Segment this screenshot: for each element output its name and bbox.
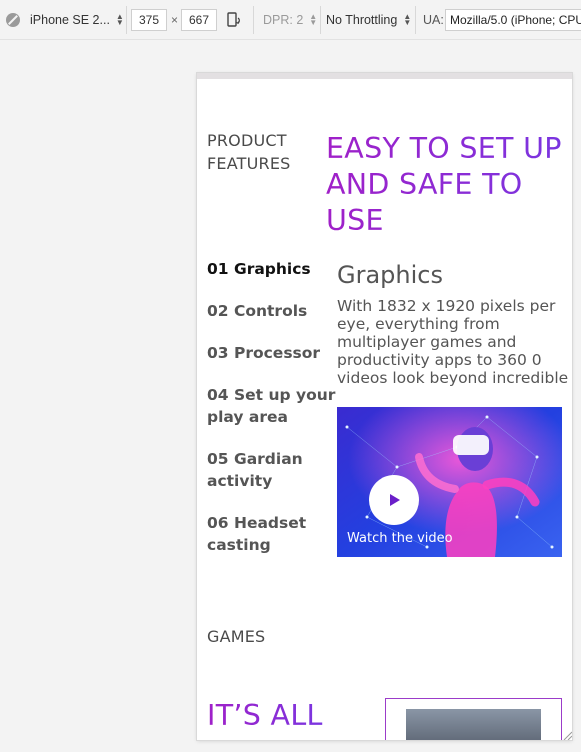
divider — [253, 6, 254, 34]
description-line: eye, everything from — [337, 315, 500, 333]
feature-tab-label: 04 Set up your — [207, 386, 336, 404]
section-kicker: PRODUCT FEATURES — [207, 129, 290, 175]
width-value: 375 — [138, 13, 160, 27]
games-kicker: GAMES — [207, 627, 266, 646]
feature-tab-play-area[interactable]: 04 Set up your play area — [207, 384, 335, 428]
play-button[interactable] — [369, 475, 419, 525]
rotate-icon[interactable] — [227, 12, 241, 31]
select-arrows-icon: ▲ ▼ — [403, 12, 412, 27]
select-arrows-icon: ▲ ▼ — [309, 12, 318, 27]
play-icon — [390, 494, 400, 506]
device-viewport: PRODUCT FEATURES EASY TO SET UP AND SAFE… — [197, 73, 572, 740]
width-input[interactable]: 375 — [131, 9, 167, 31]
dpr-select[interactable]: DPR: 2 ▲ ▼ — [263, 6, 317, 34]
ua-value: Mozilla/5.0 (iPhone; CPU — [450, 13, 581, 27]
headline-line: USE — [326, 204, 384, 237]
divider — [320, 6, 321, 34]
video-thumbnail[interactable]: Watch the video — [337, 407, 562, 557]
feature-tab-label: 02 Controls — [207, 302, 308, 320]
section-headline: EASY TO SET UP AND SAFE TO USE — [326, 131, 562, 239]
feature-tab-label: 05 Gardian — [207, 450, 303, 468]
headline-line: AND SAFE TO — [326, 168, 523, 201]
feature-tab-headset-casting[interactable]: 06 Headset casting — [207, 512, 306, 556]
user-agent-input[interactable]: Mozilla/5.0 (iPhone; CPU — [445, 9, 581, 31]
feature-tab-label: activity — [207, 472, 273, 490]
feature-tab-processor[interactable]: 03 Processor — [207, 342, 320, 364]
feature-title: Graphics — [337, 261, 443, 289]
description-line: videos look beyond incredible — [337, 369, 569, 387]
kicker-line: FEATURES — [207, 154, 291, 173]
kicker-line: PRODUCT — [207, 131, 287, 150]
ua-label: UA: — [423, 13, 444, 27]
select-arrows-icon: ▲ ▼ — [115, 12, 124, 27]
games-image-card[interactable] — [385, 698, 562, 740]
height-input[interactable]: 667 — [181, 9, 217, 31]
feature-tab-graphics[interactable]: 01 Graphics — [207, 258, 311, 280]
feature-tab-label: 01 Graphics — [207, 260, 311, 278]
description-line: multiplayer games and — [337, 333, 517, 351]
dpr-label: DPR: 2 — [263, 13, 304, 27]
touch-disabled-icon[interactable] — [6, 13, 20, 27]
feature-description: With 1832 x 1920 pixels per eye, everyth… — [337, 297, 568, 387]
divider — [126, 6, 127, 34]
feature-tab-label: 03 Processor — [207, 344, 321, 362]
games-image — [406, 709, 541, 740]
feature-tab-gardian-activity[interactable]: 05 Gardian activity — [207, 448, 303, 492]
description-line: productivity apps to 360 0 — [337, 351, 542, 369]
feature-tab-label: casting — [207, 536, 271, 554]
device-label: iPhone SE 2... — [30, 13, 110, 27]
feature-tab-label: 06 Headset — [207, 514, 307, 532]
height-value: 667 — [188, 13, 210, 27]
devtools-toolbar: iPhone SE 2... ▲ ▼ 375 × 667 DPR: 2 ▲ ▼ No… — [0, 0, 581, 40]
description-line: With 1832 x 1920 pixels per — [337, 297, 556, 315]
video-caption: Watch the video — [347, 531, 453, 546]
feature-tab-label: play area — [207, 408, 288, 426]
divider — [415, 6, 416, 34]
dimension-separator: × — [171, 13, 179, 27]
feature-tab-controls[interactable]: 02 Controls — [207, 300, 307, 322]
headline-line: EASY TO SET UP — [326, 132, 562, 165]
throttle-label: No Throttling — [326, 13, 398, 27]
device-select[interactable]: iPhone SE 2... ▲ ▼ — [30, 6, 124, 34]
resize-handle-icon[interactable] — [562, 730, 572, 740]
viewport-top-bar — [197, 73, 572, 79]
throttle-select[interactable]: No Throttling ▲ ▼ — [326, 6, 411, 34]
games-headline: IT’S ALL — [207, 699, 323, 732]
